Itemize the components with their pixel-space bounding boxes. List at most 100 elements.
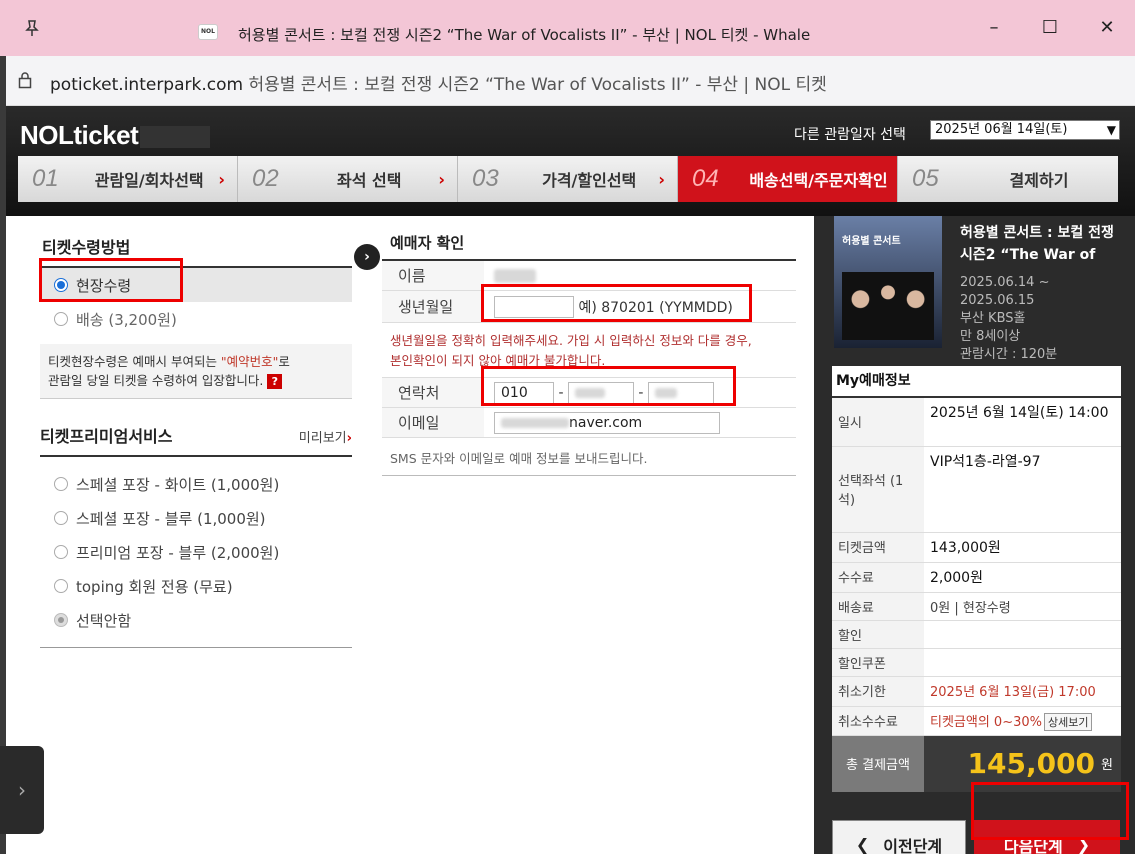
step-label: 배송선택/주문자확인	[749, 171, 888, 190]
notice-text: 티켓현장수령은 예매시 부여되는	[48, 354, 221, 369]
prev-step-button[interactable]: ❮ 이전단계	[832, 819, 966, 854]
ticket-popup-page: NOLticket 다른 관람일자 선택 2025년 06월 14일(토) ▼ 0…	[6, 106, 1135, 854]
row-label: 수수료	[832, 562, 924, 593]
step-number: 05	[912, 165, 939, 192]
table-row: 취소기한 2025년 6월 13일(금) 17:00	[832, 676, 1121, 707]
row-value: VIP석1층-라열-97	[924, 446, 1121, 533]
service-option[interactable]: 스페셜 포장 - 블루 (1,000원)	[40, 501, 352, 535]
service-option[interactable]: toping 회원 전용 (무료)	[40, 569, 352, 603]
cancel-deadline-value: 2025년 6월 13일(금) 17:00	[924, 676, 1121, 707]
booker-confirm-title: 예매자 확인	[382, 216, 796, 261]
email-value: naver.com	[484, 411, 720, 434]
table-row: 수수료 2,000원	[832, 562, 1121, 593]
email-input[interactable]: naver.com	[494, 411, 720, 434]
service-option-none[interactable]: 선택안함	[40, 603, 352, 637]
row-label: 선택좌석 (1석)	[832, 446, 924, 533]
maximize-icon[interactable]: ☐	[1036, 14, 1064, 42]
option-label: 스페셜 포장 - 블루 (1,000원)	[76, 509, 266, 528]
step-label: 좌석 선택	[336, 171, 402, 190]
option-label: 배송 (3,200원)	[76, 310, 177, 329]
service-option[interactable]: 스페셜 포장 - 화이트 (1,000원)	[40, 467, 352, 501]
row-label: 취소수수료	[832, 706, 924, 736]
sms-note: SMS 문자와 이메일로 예매 정보를 보내드립니다.	[382, 438, 796, 476]
url-page-title: 허용별 콘서트 : 보컬 전쟁 시즌2 “The War of Vocalist…	[243, 75, 827, 95]
radio-icon[interactable]	[54, 545, 68, 559]
highlight-box-onsite	[39, 258, 183, 302]
url-text[interactable]: poticket.interpark.com 허용별 콘서트 : 보컬 전쟁 시…	[50, 70, 827, 95]
option-label: toping 회원 전용 (무료)	[76, 577, 233, 596]
step-4-active[interactable]: 04 배송선택/주문자확인	[678, 156, 898, 202]
concert-period-start: 2025.06.14 ~	[960, 275, 1050, 290]
preview-link[interactable]: 미리보기›	[299, 427, 352, 446]
lock-icon[interactable]	[18, 71, 32, 89]
masked-email	[501, 417, 569, 428]
highlight-box-next	[971, 782, 1129, 840]
premium-service-header: 티켓프리미엄서비스 미리보기›	[40, 423, 352, 457]
date-select[interactable]: 2025년 06월 14일(토) ▼	[930, 120, 1120, 140]
highlight-box-phone	[481, 366, 736, 406]
row-value	[924, 648, 1121, 677]
row-value: 0원 | 현장수령	[924, 592, 1121, 621]
button-label: 이전단계	[883, 836, 943, 854]
logo-strip	[140, 126, 211, 149]
other-date-label: 다른 관람일자 선택	[794, 127, 906, 143]
table-row: 티켓금액 143,000원	[832, 532, 1121, 563]
row-label: 할인	[832, 620, 924, 649]
booking-summary-panel: 허용별 콘서트 허용별 콘서트 : 보컬 전쟁 시즌2 “The War of …	[814, 216, 1135, 854]
step-2[interactable]: 02 좌석 선택 ›	[238, 156, 458, 202]
row-value: 143,000원	[924, 532, 1121, 563]
step-1[interactable]: 01 관람일/회차선택 ›	[18, 156, 238, 202]
concert-runtime: 관람시간 : 120분	[960, 347, 1058, 362]
name-label: 이름	[382, 261, 484, 290]
step-number: 02	[252, 165, 279, 192]
notice-text: 로	[278, 354, 290, 369]
pin-icon[interactable]	[22, 18, 42, 38]
my-booking-info: My예매정보 일시 2025년 6월 14일(토) 14:00 선택좌석 (1석)…	[832, 366, 1121, 736]
date-select-value: 2025년 06월 14일(토)	[935, 122, 1068, 137]
radio-disabled-icon[interactable]	[54, 613, 68, 627]
highlight-box-birth	[481, 284, 752, 322]
my-booking-title: My예매정보	[832, 366, 1121, 398]
radio-icon[interactable]	[54, 312, 68, 326]
table-row: 취소수수료 티켓금액의 0~30% 상세보기	[832, 706, 1121, 736]
chevron-right-icon: ›	[658, 169, 665, 189]
radio-icon[interactable]	[54, 511, 68, 525]
premium-service-title: 티켓프리미엄서비스	[40, 427, 173, 446]
notice-highlight: "예약번호"	[220, 354, 279, 369]
concert-title: 허용별 콘서트 : 보컬 전쟁 시즌2 “The War of	[960, 225, 1114, 263]
cancel-fee-value: 티켓금액의 0~30%	[930, 714, 1042, 730]
help-icon[interactable]: ?	[267, 374, 283, 389]
table-row: 배송료 0원 | 현장수령	[832, 592, 1121, 621]
minimize-icon[interactable]: –	[980, 14, 1008, 42]
premium-service-list: 스페셜 포장 - 화이트 (1,000원) 스페셜 포장 - 블루 (1,000…	[40, 467, 352, 648]
masked-name	[494, 268, 536, 283]
radio-icon[interactable]	[54, 579, 68, 593]
receive-delivery-option[interactable]: 배송 (3,200원)	[40, 302, 366, 336]
close-icon[interactable]: ✕	[1093, 14, 1121, 42]
service-option[interactable]: 프리미엄 포장 - 블루 (2,000원)	[40, 535, 352, 569]
step-3[interactable]: 03 가격/할인선택 ›	[458, 156, 678, 202]
option-label: 선택안함	[76, 611, 132, 630]
radio-icon[interactable]	[54, 477, 68, 491]
address-bar[interactable]: poticket.interpark.com 허용별 콘서트 : 보컬 전쟁 시…	[6, 56, 1135, 106]
step-5[interactable]: 05 결제하기	[898, 156, 1118, 202]
poster-lettering: 허용별 콘서트	[842, 236, 901, 247]
birth-label: 생년월일	[382, 291, 484, 322]
detail-view-button[interactable]: 상세보기	[1044, 712, 1093, 731]
warning-line: 생년월일을 정확히 입력해주세요. 가입 시 입력하신 정보와 다를 경우,	[390, 333, 752, 348]
arrow-right-icon: ›	[354, 244, 380, 270]
row-label: 일시	[832, 398, 924, 447]
logo-text: NOLticket	[20, 120, 139, 150]
chevron-right-icon: ›	[438, 169, 445, 189]
email-row: 이메일 naver.com	[382, 408, 796, 438]
side-panel-toggle-icon[interactable]: ›	[0, 746, 44, 834]
my-booking-table: 일시 2025년 6월 14일(토) 14:00 선택좌석 (1석) VIP석1층-…	[832, 398, 1121, 736]
window-titlebar: NOL 허용별 콘서트 : 보컬 전쟁 시즌2 “The War of Voca…	[0, 0, 1135, 56]
concert-details: 2025.06.14 ~ 2025.06.15 부산 KBS홀 만 8세이상 관…	[960, 274, 1057, 364]
row-value: 2,000원	[924, 562, 1121, 593]
row-value: 2025년 6월 14일(토) 14:00	[924, 398, 1121, 447]
concert-venue: 부산 KBS홀	[960, 311, 1026, 326]
total-unit: 원	[1101, 758, 1113, 773]
step-number: 03	[472, 165, 499, 192]
total-label: 총 결제금액	[832, 735, 924, 792]
